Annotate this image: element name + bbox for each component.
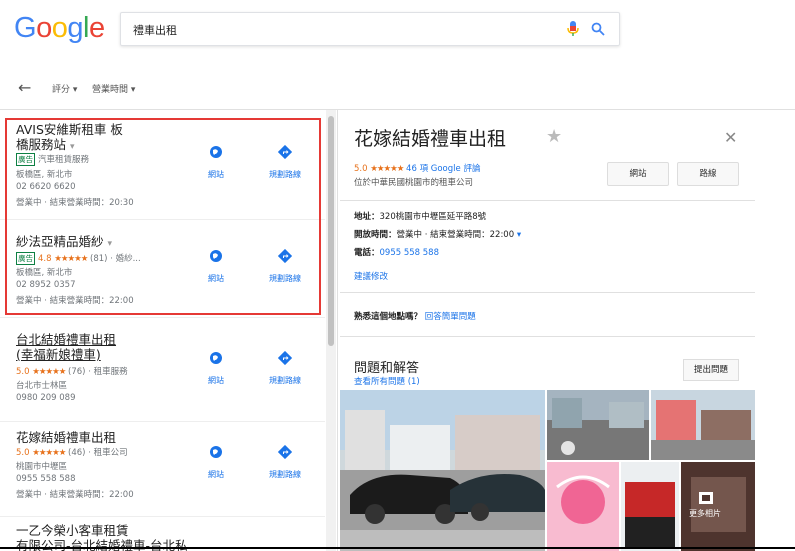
qa-all-link[interactable]: 查看所有問題 (1) xyxy=(354,375,420,387)
answer-questions-link[interactable]: 回答簡單問題 xyxy=(425,312,476,322)
filter-hours-label: 營業時間 xyxy=(92,85,129,95)
directions-label: 規劃路線 xyxy=(269,376,301,385)
close-icon[interactable]: ✕ xyxy=(724,128,737,147)
photo-street[interactable] xyxy=(547,390,649,460)
divider xyxy=(340,336,755,337)
chevron-down-icon: ▾ xyxy=(130,85,136,95)
result-name-line2: (幸福新娘禮車) xyxy=(16,347,101,362)
result-name-line1: 一乙今榮小客車租賃 xyxy=(16,523,129,538)
phone-row: 電話：0955 558 588 xyxy=(354,246,439,258)
photo-main[interactable] xyxy=(340,390,545,551)
logo-letter: o xyxy=(36,12,52,44)
google-maps-search-page: Google 禮車出租 ← 評分 ▾ 營業時間 ▾ AVIS安維斯租車 板橋服務… xyxy=(0,0,795,551)
website-label: 網站 xyxy=(208,376,224,385)
result-address: 台北市士林區 xyxy=(16,381,68,391)
result-meta: 5.0 ★★★★★ (46) · 租車公司 xyxy=(16,446,128,458)
highlight-box xyxy=(5,118,321,315)
result-rating: 5.0 xyxy=(16,448,30,458)
logo-letter: e xyxy=(88,12,105,44)
logo-letter: G xyxy=(14,12,37,44)
globe-icon xyxy=(186,444,246,463)
search-header: Google 禮車出租 xyxy=(0,0,795,64)
result-hours: 營業中 · 結束營業時間：22:00 xyxy=(16,490,134,500)
know-place-row: 熟悉這個地點嗎？ 回答簡單問題 xyxy=(354,310,476,322)
result-reviews: (76) · 租車服務 xyxy=(68,367,128,377)
chevron-down-icon: ▾ xyxy=(72,85,78,95)
result-address: 桃園市中壢區 xyxy=(16,462,68,472)
hours-row: 開放時間：營業中 · 結束營業時間：22:00 ▾ xyxy=(354,228,521,240)
address-label: 地址： xyxy=(354,212,380,222)
search-query[interactable]: 禮車出租 xyxy=(133,22,177,38)
directions-button[interactable]: 規劃路線 xyxy=(255,350,315,386)
photo-decoration[interactable] xyxy=(547,462,619,551)
result-name-line1: 台北結婚禮車出租 xyxy=(16,332,117,347)
bottom-border xyxy=(0,547,795,549)
reviews-link[interactable]: 46 項 Google 評論 xyxy=(406,164,480,174)
filter-hours[interactable]: 營業時間 ▾ xyxy=(92,82,135,95)
star-rating-icon: ★★★★★ xyxy=(32,448,66,458)
result-name[interactable]: 花嫁結婚禮車出租 xyxy=(16,430,116,445)
place-title: 花嫁結婚禮車出租 xyxy=(354,128,507,150)
divider xyxy=(340,292,755,293)
directions-button[interactable]: 路線 xyxy=(677,162,739,186)
result-reviews: (46) · 租車公司 xyxy=(68,448,128,458)
place-rating: 5.0 xyxy=(354,164,368,174)
website-button[interactable]: 網站 xyxy=(186,444,246,480)
website-button[interactable]: 網站 xyxy=(186,350,246,386)
place-rating-line: 5.0 ★★★★★ 46 項 Google 評論 xyxy=(354,162,480,174)
result-rating: 5.0 xyxy=(16,367,30,377)
photo-more[interactable]: 更多相片 xyxy=(681,462,755,551)
logo-letter: o xyxy=(51,12,68,44)
directions-icon xyxy=(255,350,315,369)
save-star-icon[interactable]: ★ xyxy=(546,126,562,147)
photo-car-flowers[interactable] xyxy=(621,462,679,551)
phone-value[interactable]: 0955 558 588 xyxy=(380,248,439,258)
result-card[interactable]: 花嫁結婚禮車出租 5.0 ★★★★★ (46) · 租車公司 桃園市中壢區 09… xyxy=(0,422,325,517)
filter-rating-label: 評分 xyxy=(52,85,71,95)
result-meta: 5.0 ★★★★★ (76) · 租車服務 xyxy=(16,365,128,377)
address-value[interactable]: 320桃園市中壢區延平路8號 xyxy=(380,212,487,222)
website-label: 網站 xyxy=(208,470,224,479)
hours-value[interactable]: 營業中 · 結束營業時間：22:00 xyxy=(397,230,515,240)
filter-bar: ← 評分 ▾ 營業時間 ▾ xyxy=(0,64,795,110)
phone-label: 電話： xyxy=(354,248,380,258)
arrow-left-icon[interactable]: ← xyxy=(18,78,31,97)
more-photos-label[interactable]: 更多相片 xyxy=(689,508,721,519)
result-phone: 0980 209 089 xyxy=(16,393,76,403)
photo-storefront[interactable] xyxy=(651,390,755,460)
address-row: 地址：320桃園市中壢區延平路8號 xyxy=(354,210,486,222)
scrollbar-thumb[interactable] xyxy=(328,116,334,346)
results-scrollbar[interactable] xyxy=(326,110,336,551)
ask-question-button[interactable]: 提出問題 xyxy=(683,359,739,381)
mic-icon[interactable] xyxy=(567,21,579,41)
star-rating-icon: ★★★★★ xyxy=(32,367,66,377)
divider xyxy=(340,200,755,201)
result-phone: 0955 558 588 xyxy=(16,474,76,484)
filter-rating[interactable]: 評分 ▾ xyxy=(52,82,77,95)
suggest-edit-link[interactable]: 建議修改 xyxy=(354,270,388,282)
hours-label: 開放時間： xyxy=(354,230,397,240)
search-box[interactable]: 禮車出租 xyxy=(120,12,620,46)
know-place-text: 熟悉這個地點嗎？ xyxy=(354,312,423,322)
result-card[interactable]: 台北結婚禮車出租 (幸福新娘禮車) 5.0 ★★★★★ (76) · 租車服務 台… xyxy=(0,318,325,422)
place-detail-panel: 花嫁結婚禮車出租 ★ ✕ 5.0 ★★★★★ 46 項 Google 評論 位於… xyxy=(340,110,755,551)
result-name[interactable]: 台北結婚禮車出租 (幸福新娘禮車) xyxy=(16,332,116,362)
globe-icon xyxy=(186,350,246,369)
star-rating-icon: ★★★★★ xyxy=(370,164,404,174)
qa-title: 問題和解答 xyxy=(354,361,420,376)
chevron-down-icon[interactable]: ▾ xyxy=(517,230,521,240)
directions-button[interactable]: 規劃路線 xyxy=(255,444,315,480)
result-card[interactable]: 一乙今榮小客車租賃 有限公司-台北結婚禮車-台北私 xyxy=(0,517,325,551)
logo-letter: g xyxy=(67,12,83,44)
website-button[interactable]: 網站 xyxy=(607,162,669,186)
place-type: 位於中華民國桃園市的租車公司 xyxy=(354,178,474,188)
directions-icon xyxy=(255,444,315,463)
result-name-line2: 有限公司-台北結婚禮車-台北私 xyxy=(16,538,188,551)
search-icon[interactable] xyxy=(591,21,605,40)
google-logo[interactable]: Google xyxy=(14,12,105,45)
directions-label: 規劃路線 xyxy=(269,470,301,479)
